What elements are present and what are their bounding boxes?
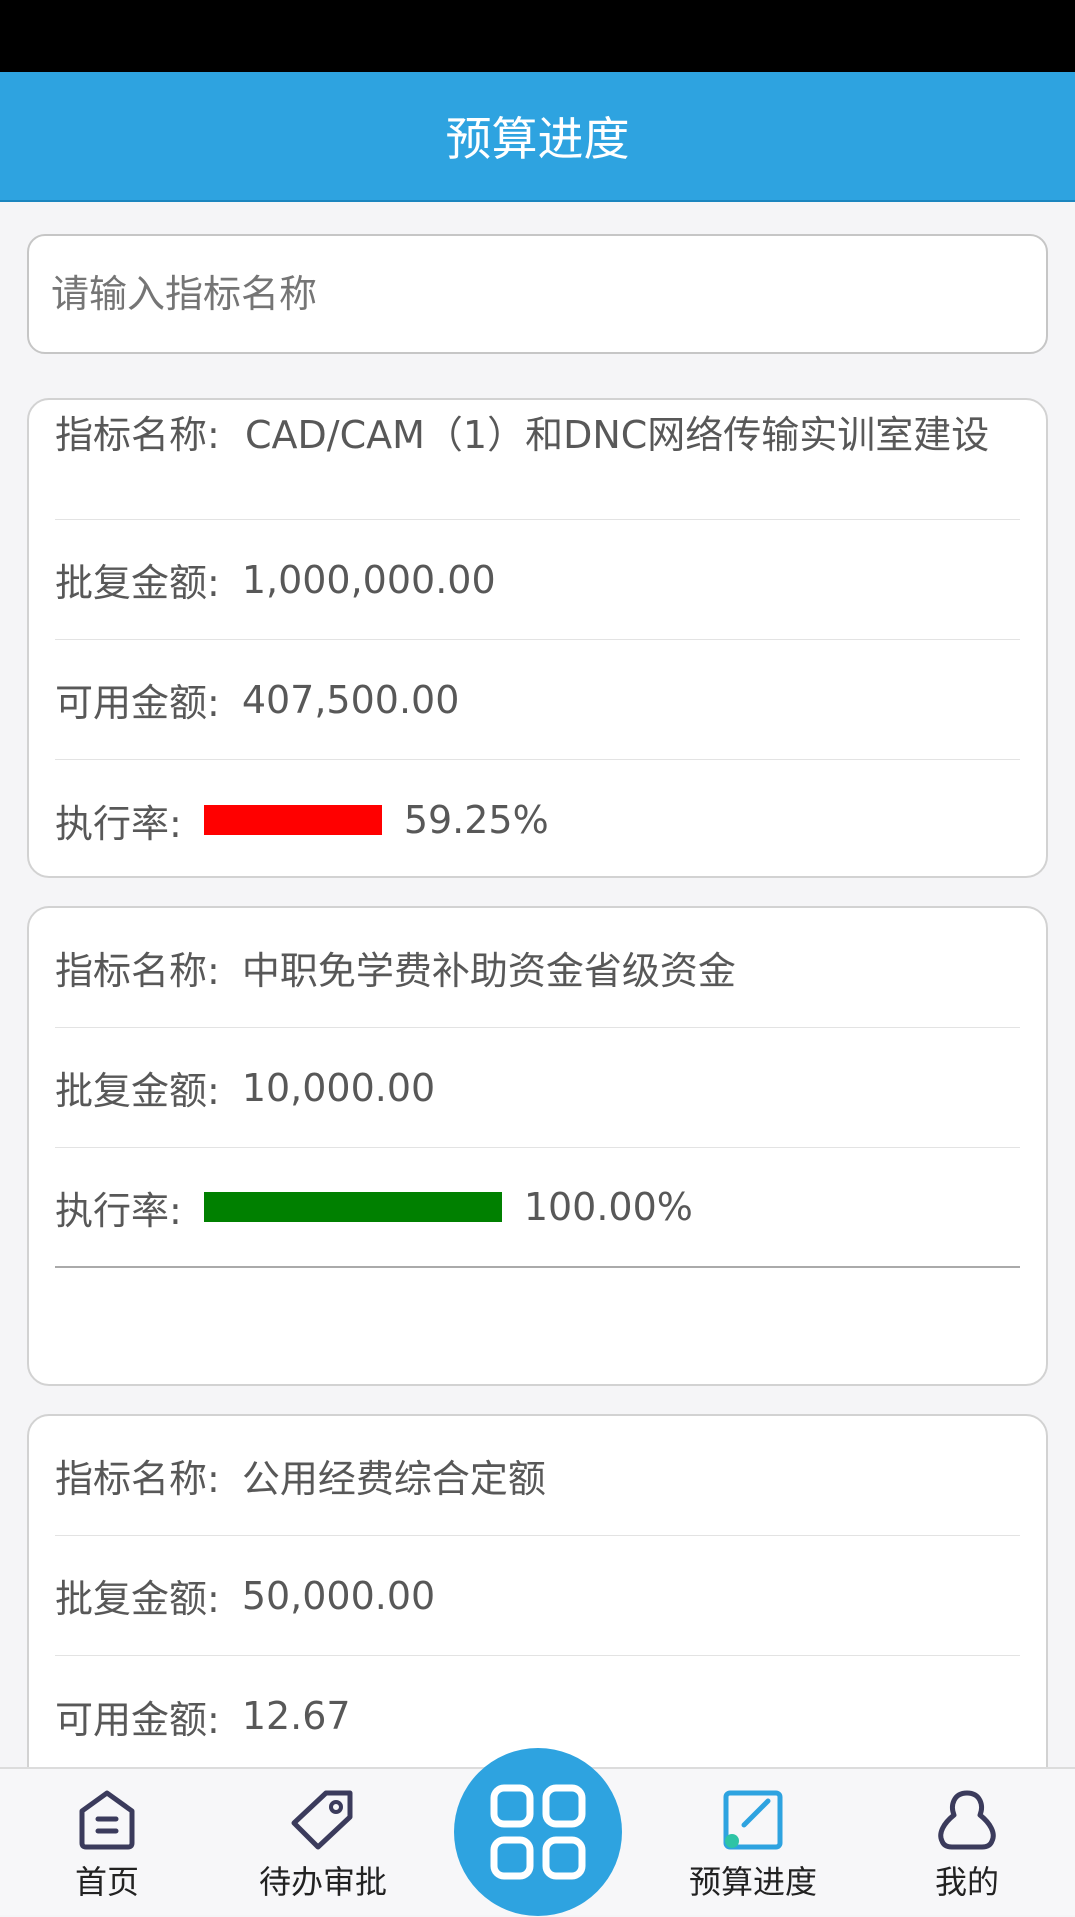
budget-card[interactable]: 指标名称: 中职免学费补助资金省级资金 批复金额: 10,000.00 执行率:… <box>27 906 1048 1386</box>
edit-icon <box>723 1790 783 1850</box>
available-amount-row: 可用金额: 407,500.00 <box>55 640 1020 760</box>
indicator-name-value: 公用经费综合定额 <box>241 1457 546 1501</box>
execution-rate-value: 59.25% <box>403 798 549 842</box>
nav-budget-label: 预算进度 <box>688 1863 817 1901</box>
indicator-name-value: 中职免学费补助资金省级资金 <box>241 949 736 993</box>
nav-budget[interactable]: 预算进度 <box>668 1769 838 1917</box>
indicator-name-row: 指标名称: 中职免学费补助资金省级资金 <box>55 908 1020 1028</box>
nav-mine[interactable]: 我的 <box>882 1769 1052 1917</box>
approved-amount-value: 10,000.00 <box>241 1065 436 1110</box>
indicator-name-row: 指标名称: 公用经费综合定额 <box>55 1416 1020 1536</box>
approved-amount-row: 批复金额: 50,000.00 <box>55 1536 1020 1656</box>
approved-amount-value: 50,000.00 <box>241 1573 436 1618</box>
indicator-name-row: 指标名称: CAD/CAM（1）和DNC网络传输实训室建设 <box>55 400 1020 520</box>
nav-mine-label: 我的 <box>934 1863 999 1901</box>
nav-pending[interactable]: 待办审批 <box>238 1769 408 1917</box>
center-apps-button[interactable] <box>454 1748 622 1916</box>
execution-rate-label: 执行率: <box>55 801 182 846</box>
app-header: 预算进度 <box>0 72 1075 202</box>
approved-amount-value: 1,000,000.00 <box>241 557 496 602</box>
nav-home-label: 首页 <box>74 1863 139 1901</box>
budget-list[interactable]: 指标名称: CAD/CAM（1）和DNC网络传输实训室建设 批复金额: 1,00… <box>0 202 1075 1767</box>
indicator-name-value: CAD/CAM（1）和DNC网络传输实训室建设 <box>245 413 990 457</box>
home-icon <box>79 1790 135 1850</box>
execution-rate-bar <box>203 805 382 835</box>
approved-amount-row: 批复金额: 10,000.00 <box>55 1028 1020 1148</box>
execution-rate-bar <box>203 1192 502 1222</box>
indicator-name-label: 指标名称: <box>55 413 220 457</box>
tag-icon <box>291 1790 353 1850</box>
execution-rate-label: 执行率: <box>55 1188 182 1233</box>
apps-grid-icon <box>490 1784 586 1880</box>
budget-card[interactable]: 指标名称: 公用经费综合定额 批复金额: 50,000.00 可用金额: 12.… <box>27 1414 1048 1767</box>
indicator-name-label: 指标名称: <box>55 949 220 993</box>
execution-rate-row: 执行率: 100.00% <box>55 1148 1020 1268</box>
approved-amount-label: 批复金额: <box>55 1069 220 1113</box>
search-input[interactable] <box>27 234 1048 354</box>
approved-amount-row: 批复金额: 1,000,000.00 <box>55 520 1020 640</box>
available-amount-value: 12.67 <box>241 1694 351 1738</box>
available-amount-label: 可用金额: <box>55 681 220 725</box>
page-title: 预算进度 <box>445 112 630 166</box>
budget-card[interactable]: 指标名称: CAD/CAM（1）和DNC网络传输实训室建设 批复金额: 1,00… <box>27 398 1048 878</box>
status-bar <box>0 0 1075 72</box>
nav-home[interactable]: 首页 <box>22 1769 192 1917</box>
nav-pending-label: 待办审批 <box>258 1863 387 1901</box>
available-amount-label: 可用金额: <box>55 1697 220 1742</box>
approved-amount-label: 批复金额: <box>55 1577 220 1621</box>
available-amount-value: 407,500.00 <box>241 677 460 722</box>
execution-rate-value: 100.00% <box>523 1185 693 1229</box>
execution-rate-row: 执行率: 59.25% <box>55 760 1020 876</box>
indicator-name-label: 指标名称: <box>55 1457 220 1501</box>
approved-amount-label: 批复金额: <box>55 561 220 605</box>
person-icon <box>938 1790 996 1850</box>
